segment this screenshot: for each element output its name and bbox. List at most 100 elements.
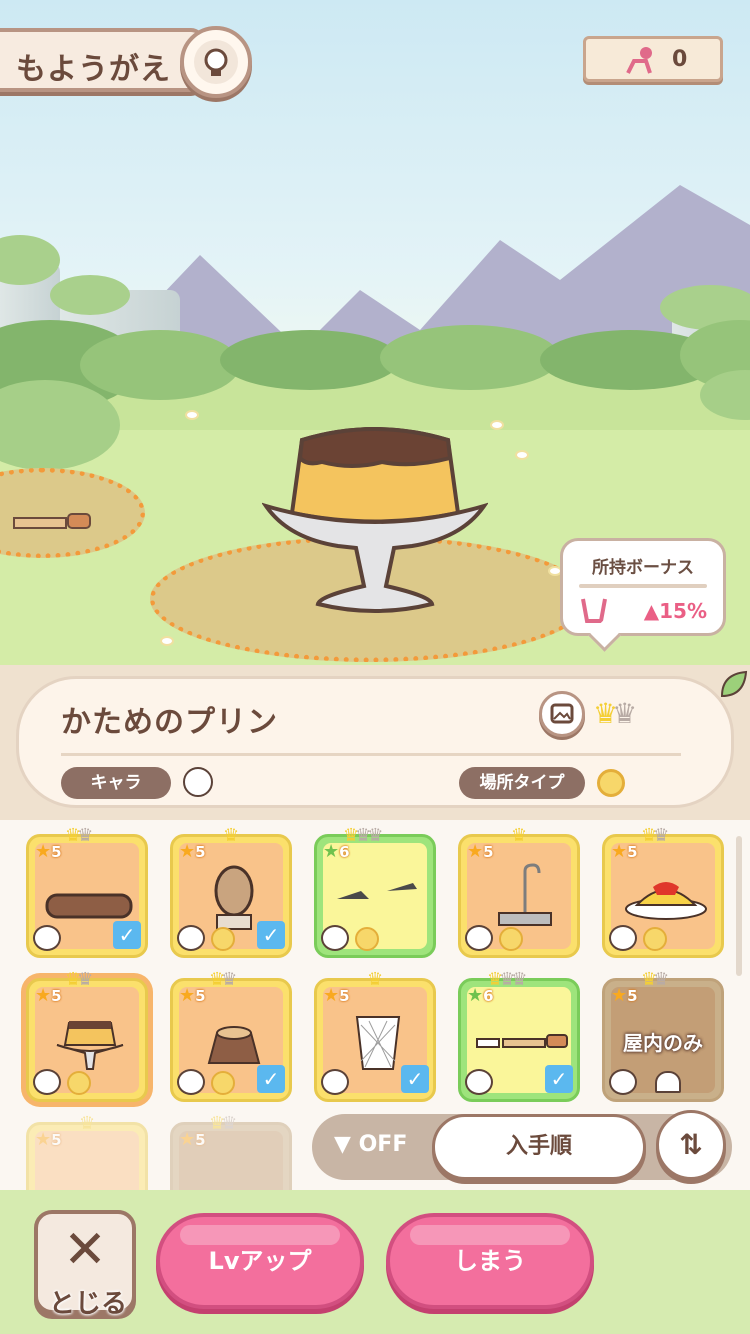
item-card-seaweed[interactable]: ♛♛♛ ★6 (314, 825, 436, 958)
item-card-pudding-selected[interactable]: ♛♛ ★5 (26, 969, 148, 1102)
sort-direction-button[interactable]: ⇅ (656, 1110, 726, 1180)
filter-status: ▼ OFF (334, 1132, 408, 1157)
usagi-chara-icon (183, 767, 213, 797)
bonus-percentage: ▲15% (643, 599, 707, 623)
crown-gray-icon: ♛ (612, 697, 637, 730)
sort-order-button[interactable]: 入手順 (432, 1114, 646, 1180)
picnic-table-icon (476, 1034, 568, 1048)
star-rank: ★5 (467, 841, 494, 862)
house-icon (655, 1071, 681, 1093)
filter-funnel-icon: ▼ (334, 1132, 351, 1157)
sort-direction-icon: ⇅ (679, 1128, 703, 1161)
place-icon (211, 927, 235, 951)
flower (185, 410, 199, 420)
close-button[interactable]: ✕ とじる (34, 1210, 136, 1319)
pudding-object[interactable] (262, 418, 488, 618)
item-card-statue[interactable]: ♛ ★5 ✓ (170, 825, 292, 958)
bonus-bubble: 所持ボーナス ▲15% (560, 538, 726, 636)
crown-gold-icon: ♛ (593, 697, 618, 730)
item-card-faucet[interactable]: ♛ ★5 (458, 825, 580, 958)
star-rank: ★5 (35, 985, 62, 1006)
flower (515, 450, 529, 460)
star-rank: ★6 (323, 841, 350, 862)
trash-can-icon (355, 1016, 401, 1070)
star-rank: ★5 (35, 841, 62, 862)
sunflower-place-icon (597, 769, 625, 797)
store-button[interactable]: しまう (386, 1213, 594, 1309)
item-card-log[interactable]: ♛♛ ★5 ✓ (26, 825, 148, 958)
page-title: もようがえ (16, 52, 171, 87)
statue-icon (214, 865, 254, 930)
chara-icon (465, 1069, 493, 1095)
bonus-divider (579, 584, 707, 588)
flower (160, 636, 174, 646)
place-icon (67, 1071, 91, 1095)
bonus-label: 所持ボーナス (592, 558, 694, 578)
chara-label: キャラ (61, 767, 171, 799)
placed-checkbox[interactable]: ✓ (257, 921, 285, 949)
pudding-icon (56, 1021, 124, 1070)
tree (50, 275, 130, 315)
placed-checkbox[interactable]: ✓ (545, 1065, 573, 1093)
bush (80, 330, 240, 400)
placed-checkbox[interactable]: ✓ (113, 921, 141, 949)
omurice-icon (625, 882, 707, 920)
stump-icon (207, 1026, 261, 1064)
item-card-stump[interactable]: ♛♛ ★5 ✓ (170, 969, 292, 1102)
place-icon (499, 927, 523, 951)
deer-antler-icon (581, 598, 607, 623)
place-icon (643, 927, 667, 951)
item-card-trash-can[interactable]: ♛ ★5 ✓ (314, 969, 436, 1102)
item-card-omurice[interactable]: ♛♛ ★5 (602, 825, 724, 958)
currency-display: 0 (583, 36, 723, 82)
item-info-card: かためのプリン ♛♛ キャラ 場所タイプ (16, 676, 734, 808)
chara-icon (465, 925, 493, 951)
close-label: とじる (48, 1289, 127, 1319)
seaweed-icon (337, 883, 417, 899)
lightbulb-icon (194, 40, 238, 84)
star-rank: ★5 (323, 985, 350, 1006)
place-icon (355, 927, 379, 951)
item-card-indoor-only[interactable]: ♛♛ ★5 屋内のみ (602, 969, 724, 1102)
info-divider (61, 753, 681, 756)
leaf-icon (720, 670, 748, 698)
mode-title-tab: もようがえ (0, 28, 205, 92)
chara-icon (609, 925, 637, 951)
chara-icon (321, 925, 349, 951)
chara-icon (609, 1069, 637, 1095)
place-icon (211, 1071, 235, 1095)
star-rank: ★5 (611, 985, 638, 1006)
image-icon (550, 703, 574, 724)
currency-value: 0 (672, 47, 688, 72)
star-rank: ★5 (611, 841, 638, 862)
bush (220, 330, 400, 390)
picnic-table-small (13, 513, 91, 529)
star-rank: ★5 (179, 985, 206, 1006)
flower (490, 420, 504, 430)
chara-icon (33, 925, 61, 951)
placed-checkbox[interactable]: ✓ (257, 1065, 285, 1093)
crown-rank: ♛♛ (593, 697, 637, 730)
star-rank: ★5 (35, 1129, 62, 1150)
item-card-picnic-table[interactable]: ♛♛♛ ★6 ✓ (458, 969, 580, 1102)
place-type-label: 場所タイプ (459, 767, 585, 799)
hint-button[interactable] (180, 26, 252, 98)
chara-icon (33, 1069, 61, 1095)
star-rank: ★6 (467, 985, 494, 1006)
item-name: かためのプリン (61, 705, 278, 740)
chara-icon (321, 1069, 349, 1095)
log-icon (45, 893, 133, 919)
star-rank: ★5 (179, 841, 206, 862)
faucet-icon (498, 863, 552, 926)
chara-icon (177, 925, 205, 951)
chara-icon (177, 1069, 205, 1095)
level-up-button[interactable]: Lvアップ (156, 1213, 364, 1309)
close-icon: ✕ (63, 1220, 107, 1280)
bush (380, 325, 560, 390)
scrollbar[interactable] (736, 836, 742, 976)
view-image-button[interactable] (539, 691, 585, 737)
star-rank: ★5 (179, 1129, 206, 1150)
deer-icon (626, 47, 652, 74)
indoor-only-label: 屋内のみ (623, 1031, 703, 1055)
placed-checkbox[interactable]: ✓ (401, 1065, 429, 1093)
